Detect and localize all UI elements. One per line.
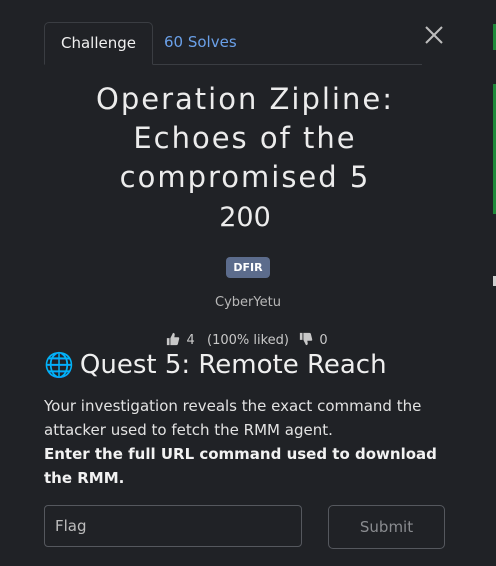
- flag-input[interactable]: [44, 505, 302, 547]
- vote-summary: 4 (100% liked) 0: [0, 332, 496, 348]
- likes-count: 4: [186, 333, 195, 348]
- challenge-title: Operation Zipline: Echoes of the comprom…: [96, 82, 394, 194]
- challenge-author: CyberYetu: [215, 295, 281, 310]
- tab-challenge[interactable]: Challenge: [44, 22, 153, 65]
- thumbs-down-icon[interactable]: [299, 332, 313, 346]
- category-badge: DFIR: [226, 257, 270, 278]
- quest-heading: 🌐 Quest 5: Remote Reach: [44, 350, 387, 380]
- challenge-tabs: Challenge 60 Solves: [44, 22, 422, 65]
- quest-heading-text: Quest 5: Remote Reach: [79, 350, 387, 380]
- quest-instruction: Enter the full URL command used to downl…: [44, 445, 437, 487]
- quest-description: Your investigation reveals the exact com…: [44, 397, 422, 439]
- thumbs-up-icon[interactable]: [166, 332, 180, 346]
- close-icon[interactable]: [422, 23, 446, 47]
- globe-icon: 🌐: [44, 351, 74, 379]
- liked-percentage: (100% liked): [207, 333, 289, 348]
- challenge-points: 200: [219, 202, 271, 233]
- tab-solves[interactable]: 60 Solves: [148, 22, 253, 63]
- submit-button[interactable]: Submit: [328, 505, 445, 549]
- dislikes-count: 0: [319, 333, 328, 348]
